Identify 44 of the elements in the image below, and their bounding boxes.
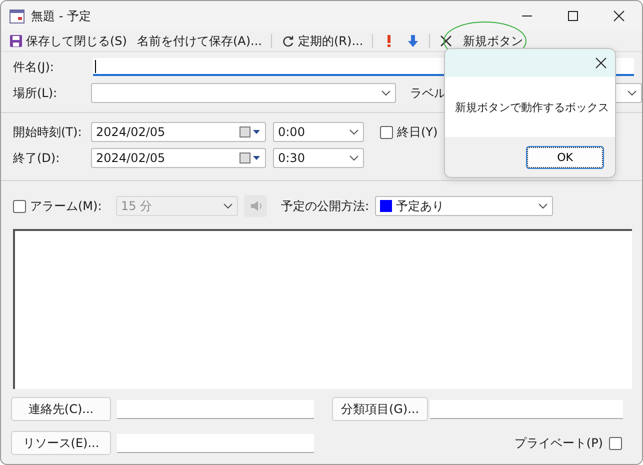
- all-day-checkbox[interactable]: 終日(Y): [380, 124, 438, 140]
- close-icon: [612, 10, 626, 22]
- alarm-dropdown: 15 分: [116, 196, 238, 216]
- chevron-icon: [627, 90, 637, 96]
- field-label: 予定の公開方法:: [281, 198, 370, 214]
- delete-icon: [439, 34, 454, 48]
- refresh-icon: [281, 34, 295, 48]
- dialog-button[interactable]: リソース(E)...: [11, 431, 111, 455]
- calendar-dropdown-icon: [239, 126, 261, 138]
- chevron-icon: [349, 129, 359, 135]
- date-field[interactable]: 2024/02/05: [91, 122, 266, 142]
- resources-field[interactable]: [117, 434, 314, 452]
- speaker-icon: [248, 199, 262, 213]
- field-label: 終了(D):: [12, 150, 61, 166]
- dialog-button[interactable]: 連絡先(C)...: [11, 397, 111, 421]
- speaker-button[interactable]: [244, 195, 267, 217]
- down-arrow-icon: [406, 34, 420, 48]
- time-dropdown[interactable]: 0:00: [273, 122, 364, 142]
- calendar-dropdown-icon: [239, 152, 261, 164]
- private-checkbox[interactable]: プライベート(P): [514, 434, 622, 452]
- field-label: 件名(J):: [12, 58, 55, 76]
- toolbar-button[interactable]: 保存して閉じる(S): [5, 32, 131, 50]
- window-title: 無題 - 予定: [31, 8, 92, 24]
- chevron-icon: [223, 203, 233, 209]
- chevron-icon: [380, 90, 391, 96]
- maximize-icon: [566, 10, 580, 22]
- dialog-button[interactable]: 分類項目(G)...: [332, 397, 428, 421]
- close-icon: [595, 57, 607, 69]
- ok-button[interactable]: OK: [527, 146, 603, 168]
- toolbar-button[interactable]: 定期的(R)...: [277, 32, 368, 50]
- chevron-icon: [538, 203, 548, 209]
- categories-field[interactable]: [430, 400, 623, 418]
- calendar-icon: [9, 8, 25, 24]
- field-label: 開始時刻(T):: [12, 124, 83, 140]
- toolbar-button[interactable]: 名前を付けて保存(A)...: [132, 32, 266, 50]
- time-dropdown[interactable]: 0:30: [273, 148, 364, 168]
- dialog-message: 新規ボタンで動作するボックス: [455, 100, 609, 114]
- show-as-dropdown[interactable]: 予定あり: [375, 196, 554, 216]
- date-field[interactable]: 2024/02/05: [91, 148, 266, 168]
- chevron-icon: [349, 155, 359, 161]
- contacts-field[interactable]: [117, 400, 314, 418]
- close-button[interactable]: [595, 57, 607, 69]
- save-icon: [9, 34, 23, 48]
- field-label: 場所(L):: [12, 84, 58, 102]
